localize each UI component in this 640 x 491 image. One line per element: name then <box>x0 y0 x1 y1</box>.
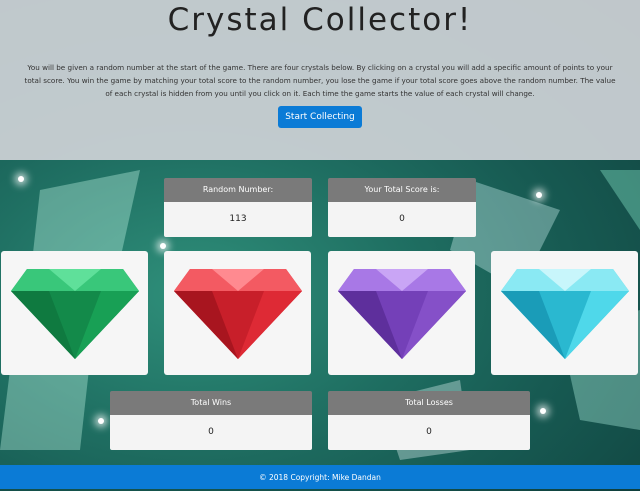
total-score-label: Your Total Score is: <box>328 178 476 202</box>
red-crystal-button[interactable] <box>164 251 311 375</box>
red-crystal-icon <box>174 269 302 359</box>
total-losses-panel: Total Losses 0 <box>328 391 530 450</box>
sparkle <box>18 176 24 182</box>
total-score-value: 0 <box>328 202 476 237</box>
total-score-panel: Your Total Score is: 0 <box>328 178 476 237</box>
random-number-value: 113 <box>164 202 312 237</box>
total-wins-panel: Total Wins 0 <box>110 391 312 450</box>
copyright-text: © 2018 Copyright: Mike Dandan <box>259 473 381 482</box>
total-losses-value: 0 <box>328 415 530 450</box>
page-title: Crystal Collector! <box>167 2 473 38</box>
footer: © 2018 Copyright: Mike Dandan <box>0 465 640 489</box>
total-wins-label: Total Wins <box>110 391 312 415</box>
cyan-crystal-button[interactable] <box>491 251 638 375</box>
green-crystal-button[interactable] <box>1 251 148 375</box>
total-losses-label: Total Losses <box>328 391 530 415</box>
start-collecting-button[interactable]: Start Collecting <box>278 106 362 128</box>
random-number-panel: Random Number: 113 <box>164 178 312 237</box>
sparkle <box>160 243 166 249</box>
green-crystal-icon <box>11 269 139 359</box>
sparkle <box>98 418 104 424</box>
purple-crystal-button[interactable] <box>328 251 475 375</box>
purple-crystal-icon <box>338 269 466 359</box>
cyan-crystal-icon <box>501 269 629 359</box>
sparkle <box>536 192 542 198</box>
game-instructions: You will be given a random number at the… <box>24 63 616 98</box>
sparkle <box>540 408 546 414</box>
random-number-label: Random Number: <box>164 178 312 202</box>
total-wins-value: 0 <box>110 415 312 450</box>
header-section: Crystal Collector! You will be given a r… <box>0 0 640 160</box>
